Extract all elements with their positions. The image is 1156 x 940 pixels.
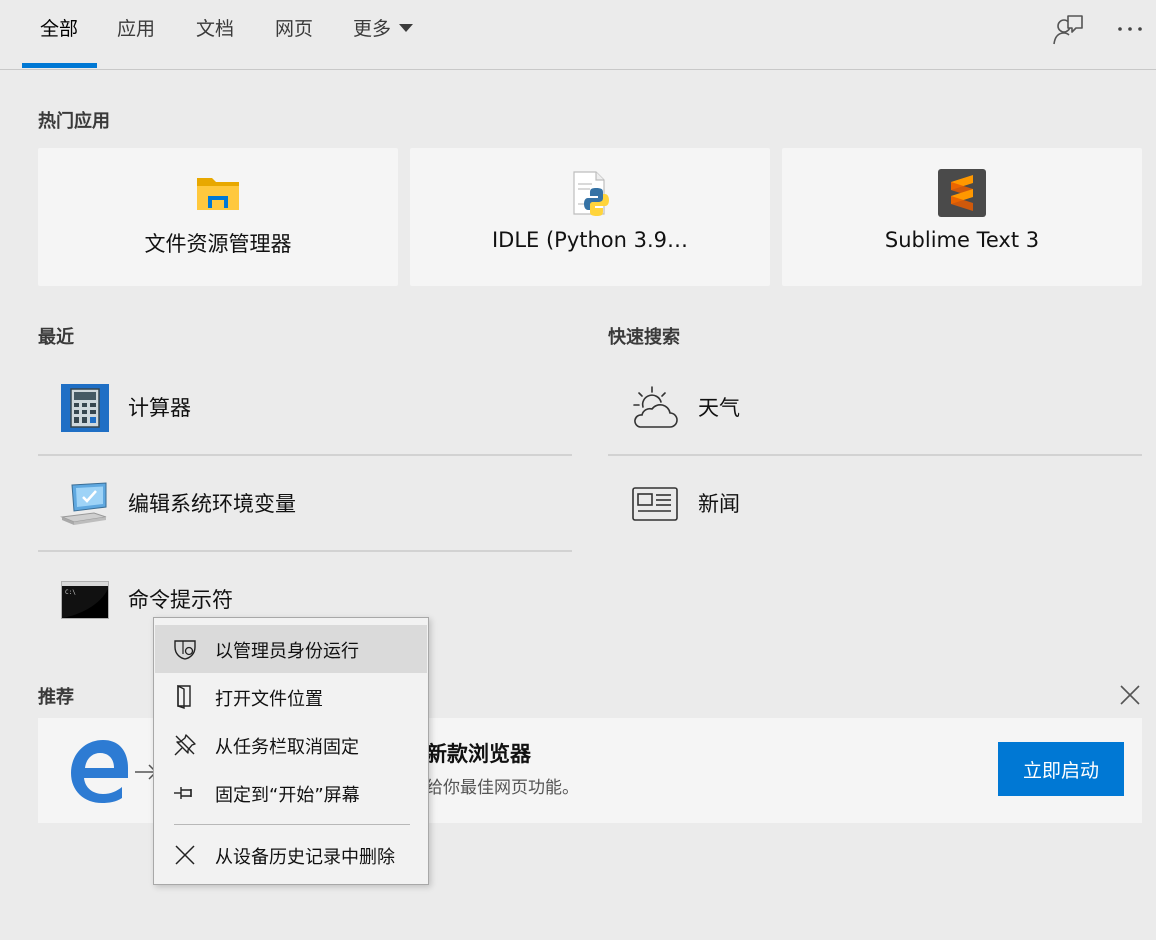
tab-apps[interactable]: 应用: [117, 14, 155, 44]
recent-item-env-vars[interactable]: 编辑系统环境变量: [38, 455, 572, 551]
hot-apps-heading: 热门应用: [38, 111, 110, 132]
menu-separator: [174, 824, 410, 825]
tab-all[interactable]: 全部: [40, 14, 78, 44]
menu-item-label: 从任务栏取消固定: [215, 737, 359, 758]
weather-icon: [633, 386, 678, 428]
tab-documents[interactable]: 文档: [196, 14, 234, 44]
menu-item-open-file-location[interactable]: 打开文件位置: [155, 673, 427, 721]
quick-search-label: 天气: [698, 396, 740, 420]
recent-item-label: 编辑系统环境变量: [128, 492, 296, 516]
recent-item-label: 计算器: [128, 396, 191, 420]
recommend-heading: 推荐: [38, 687, 74, 708]
context-menu: 以管理员身份运行 打开文件位置 从任务栏取消固定 固定到“开始”屏幕 从设备历史…: [153, 617, 429, 885]
launch-now-button[interactable]: 立即启动: [998, 742, 1124, 796]
banner-title: 新款浏览器: [426, 742, 531, 766]
quick-search-weather[interactable]: 天气: [608, 359, 1142, 455]
svg-text:C:\: C:\: [65, 589, 76, 596]
menu-item-label: 从设备历史记录中删除: [215, 847, 395, 868]
menu-item-label: 固定到“开始”屏幕: [215, 785, 360, 806]
banner-subtitle: 给你最佳网页功能。: [426, 778, 579, 798]
system-computer-icon: [60, 482, 107, 525]
close-icon[interactable]: [1118, 683, 1142, 707]
hot-app-label: IDLE (Python 3.9…: [491, 228, 689, 252]
quick-search-news[interactable]: 新闻: [608, 455, 1142, 551]
edge-browser-icon: [71, 740, 128, 803]
command-prompt-icon: C:\: [61, 581, 109, 619]
close-icon: [175, 845, 195, 865]
search-tab-bar: 全部 应用 文档 网页 更多: [0, 0, 1156, 70]
more-options-icon[interactable]: [1114, 12, 1146, 46]
quick-search-label: 新闻: [698, 492, 740, 516]
menu-item-label: 以管理员身份运行: [215, 641, 359, 662]
python-idle-icon: [573, 171, 609, 216]
chevron-down-icon: [399, 23, 414, 32]
tab-more[interactable]: 更多: [353, 14, 414, 44]
calculator-icon: [61, 384, 109, 432]
recent-item-label: 命令提示符: [128, 588, 233, 612]
quick-search-heading: 快速搜索: [608, 327, 680, 348]
tab-web[interactable]: 网页: [275, 14, 313, 44]
menu-item-label: 打开文件位置: [215, 689, 323, 710]
pin-icon: [174, 787, 192, 799]
sublime-text-icon: [938, 169, 986, 217]
unpin-icon: [174, 734, 196, 756]
menu-item-pin-start[interactable]: 固定到“开始”屏幕: [155, 769, 427, 817]
hot-app-sublime-text[interactable]: Sublime Text 3: [782, 148, 1142, 286]
shield-icon: [174, 640, 196, 660]
hot-app-file-explorer[interactable]: 文件资源管理器: [38, 148, 398, 286]
menu-item-unpin-taskbar[interactable]: 从任务栏取消固定: [155, 721, 427, 769]
hot-app-label: Sublime Text 3: [884, 228, 1040, 252]
hot-app-idle-python[interactable]: IDLE (Python 3.9…: [410, 148, 770, 286]
menu-item-run-as-admin[interactable]: 以管理员身份运行: [155, 625, 427, 673]
news-icon: [632, 487, 678, 521]
hot-app-label: 文件资源管理器: [144, 232, 292, 256]
menu-item-remove-history[interactable]: 从设备历史记录中删除: [155, 831, 427, 879]
file-explorer-icon: [197, 178, 239, 210]
recent-item-calculator[interactable]: 计算器: [38, 359, 572, 455]
active-tab-indicator: [22, 63, 97, 68]
tab-more-label: 更多: [353, 18, 392, 40]
feedback-icon[interactable]: [1052, 12, 1084, 46]
file-location-icon: [177, 685, 191, 709]
recent-heading: 最近: [38, 327, 74, 348]
